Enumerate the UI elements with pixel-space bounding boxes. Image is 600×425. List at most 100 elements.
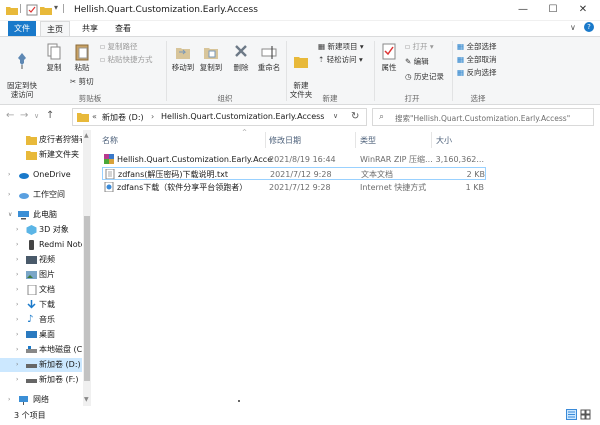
edit-icon: ✎ [405,57,414,66]
expand-chevron-icon[interactable]: › [16,373,18,387]
large-icons-view-icon[interactable] [580,409,591,420]
column-divider[interactable] [431,132,432,148]
cut-button[interactable]: ✂ 剪切 [70,77,94,87]
tab-file[interactable]: 文件 [8,21,36,36]
maximize-button[interactable]: ☐ [538,0,568,21]
sidebar-item-documents[interactable]: › 文档 [0,283,82,297]
tab-view[interactable]: 查看 [108,21,138,36]
move-to-button[interactable]: 移动到 [170,43,196,72]
expand-chevron-icon[interactable]: › [16,343,18,357]
recent-locations-chevron-icon[interactable]: ∨ [34,112,39,120]
expand-chevron-icon[interactable]: › [16,223,18,237]
expand-chevron-icon[interactable]: › [16,238,18,252]
properties-button[interactable]: 属性 [378,43,400,72]
rename-button[interactable]: 重命名 [255,43,283,72]
sidebar-item-new-folder[interactable]: 新建文件夹 [0,148,82,162]
column-divider[interactable] [265,132,266,148]
cloud-icon [19,173,29,179]
sidebar-item-this-pc[interactable]: ∨ 此电脑 [0,208,82,222]
close-button[interactable]: ✕ [568,0,598,21]
scroll-down-icon[interactable]: ▼ [84,396,89,403]
chevron-down-icon[interactable]: ∨ [570,23,576,32]
expand-chevron-icon[interactable]: › [8,393,10,407]
invert-selection-button[interactable]: ▦ 反向选择 [457,68,496,78]
open-button[interactable]: ▫ 打开 ▾ [405,42,434,52]
sidebar-item-videos[interactable]: › 视频 [0,253,82,267]
copy-to-button[interactable]: 复制到 [198,43,224,72]
sidebar-item-pictures[interactable]: › 图片 [0,268,82,282]
sidebar-item-drive-f[interactable]: › 新加卷 (F:) [0,373,82,387]
sidebar-item-label: 下载 [39,300,55,309]
music-icon: ♪ [27,314,34,325]
chevron-down-icon[interactable]: ▾ [54,3,58,12]
expand-chevron-icon[interactable]: › [8,168,10,182]
forward-arrow-icon[interactable]: → [20,110,28,121]
up-arrow-icon[interactable]: ↑ [46,110,54,121]
sidebar-item-music[interactable]: › ♪ 音乐 [0,313,82,327]
column-header-name[interactable]: 名称 [102,135,118,146]
pin-to-quick-access-button[interactable]: 固定到快 速访问 [6,43,38,99]
paste-button[interactable]: 粘贴 [70,43,94,72]
column-divider[interactable] [355,132,356,148]
group-divider [452,41,453,101]
help-icon[interactable]: ? [584,22,594,32]
delete-button[interactable]: 删除 [230,43,252,72]
sidebar-item-3d-objects[interactable]: › 3D 对象 [0,223,82,237]
sidebar-item-drive-c[interactable]: › 本地磁盘 (C:) [0,343,82,357]
address-bar[interactable]: « 新加卷 (D:) › Hellish.Quart.Customization… [72,108,367,126]
address-dropdown-icon[interactable]: ∨ [333,112,338,120]
tab-home[interactable]: 主页 [40,21,70,36]
sidebar-item-pixingzhe[interactable]: 皮行者狩猎者 [0,133,82,147]
collapse-chevron-icon[interactable]: ∨ [8,208,12,222]
group-divider [374,41,375,101]
table-row[interactable]: zdfans(解压密码)下载说明.txt 2021/7/12 9:28 文本文档… [102,167,486,180]
select-none-button[interactable]: ▦ 全部取消 [457,55,496,65]
back-arrow-icon[interactable]: ← [6,110,14,121]
search-input[interactable]: ⌕ 搜索"Hellish.Quart.Customization.Early.A… [372,108,594,126]
sidebar-item-desktop[interactable]: › 桌面 [0,328,82,342]
new-item-button[interactable]: ▦ 新建项目 ▾ [318,42,364,52]
expand-chevron-icon[interactable]: › [16,298,18,312]
history-button[interactable]: ◷ 历史记录 [405,72,444,82]
expand-chevron-icon[interactable]: › [16,253,18,267]
sidebar-item-downloads[interactable]: › 下载 [0,298,82,312]
minimize-button[interactable]: — [508,0,538,21]
breadcrumb-folder[interactable]: Hellish.Quart.Customization.Early.Access [161,112,324,121]
column-header-size[interactable]: 大小 [436,135,452,146]
copy-path-button[interactable]: ▫ 复制路径 [100,42,137,52]
new-folder-button[interactable]: 新建 文件夹 [289,43,313,99]
breadcrumb-overflow-icon[interactable]: « [92,112,97,121]
column-header-type[interactable]: 类型 [360,135,376,146]
sidebar-item-drive-d[interactable]: › 新加卷 (D:) [0,358,82,372]
expand-chevron-icon[interactable]: › [16,328,18,342]
easy-access-button[interactable]: ⇡ 轻松访问 ▾ [318,55,363,65]
edit-button[interactable]: ✎ 编辑 [405,57,429,67]
details-view-icon[interactable] [566,409,577,420]
separator: | [62,4,66,14]
expand-chevron-icon[interactable]: › [16,313,18,327]
table-row[interactable]: Hellish.Quart.Customization.Early.Acce..… [102,153,486,166]
table-row[interactable]: zdfans下载（软件分享平台领跑者） 2021/7/12 9:28 Inter… [102,181,486,194]
column-header-date[interactable]: 修改日期 [269,135,301,146]
separator: | [19,4,23,14]
expand-chevron-icon[interactable]: › [16,268,18,282]
tab-share[interactable]: 共享 [76,21,104,36]
paste-shortcut-button[interactable]: ▫ 粘贴快捷方式 [100,55,152,65]
refresh-icon[interactable]: ↻ [351,111,359,122]
expand-chevron-icon[interactable]: › [16,283,18,297]
sidebar-item-network[interactable]: › 网络 [0,393,82,407]
breadcrumb-drive[interactable]: 新加卷 (D:) [102,112,144,123]
copy-button[interactable]: 复制 [42,43,66,72]
expand-chevron-icon[interactable]: › [16,358,18,372]
pin-icon [18,53,26,69]
sidebar-scroll-thumb[interactable] [84,216,90,381]
expand-chevron-icon[interactable]: › [8,188,10,202]
scroll-up-icon[interactable]: ▲ [84,132,89,139]
new-folder-icon[interactable] [40,4,52,16]
sidebar-item-redmi-note[interactable]: › Redmi Note [0,238,82,252]
properties-icon[interactable] [26,4,38,16]
sidebar-item-workspace[interactable]: › 工作空间 [0,188,82,202]
select-all-button[interactable]: ▦ 全部选择 [457,42,496,52]
breadcrumb-chevron-icon[interactable]: › [151,112,154,121]
sidebar-item-onedrive[interactable]: › OneDrive [0,168,82,182]
